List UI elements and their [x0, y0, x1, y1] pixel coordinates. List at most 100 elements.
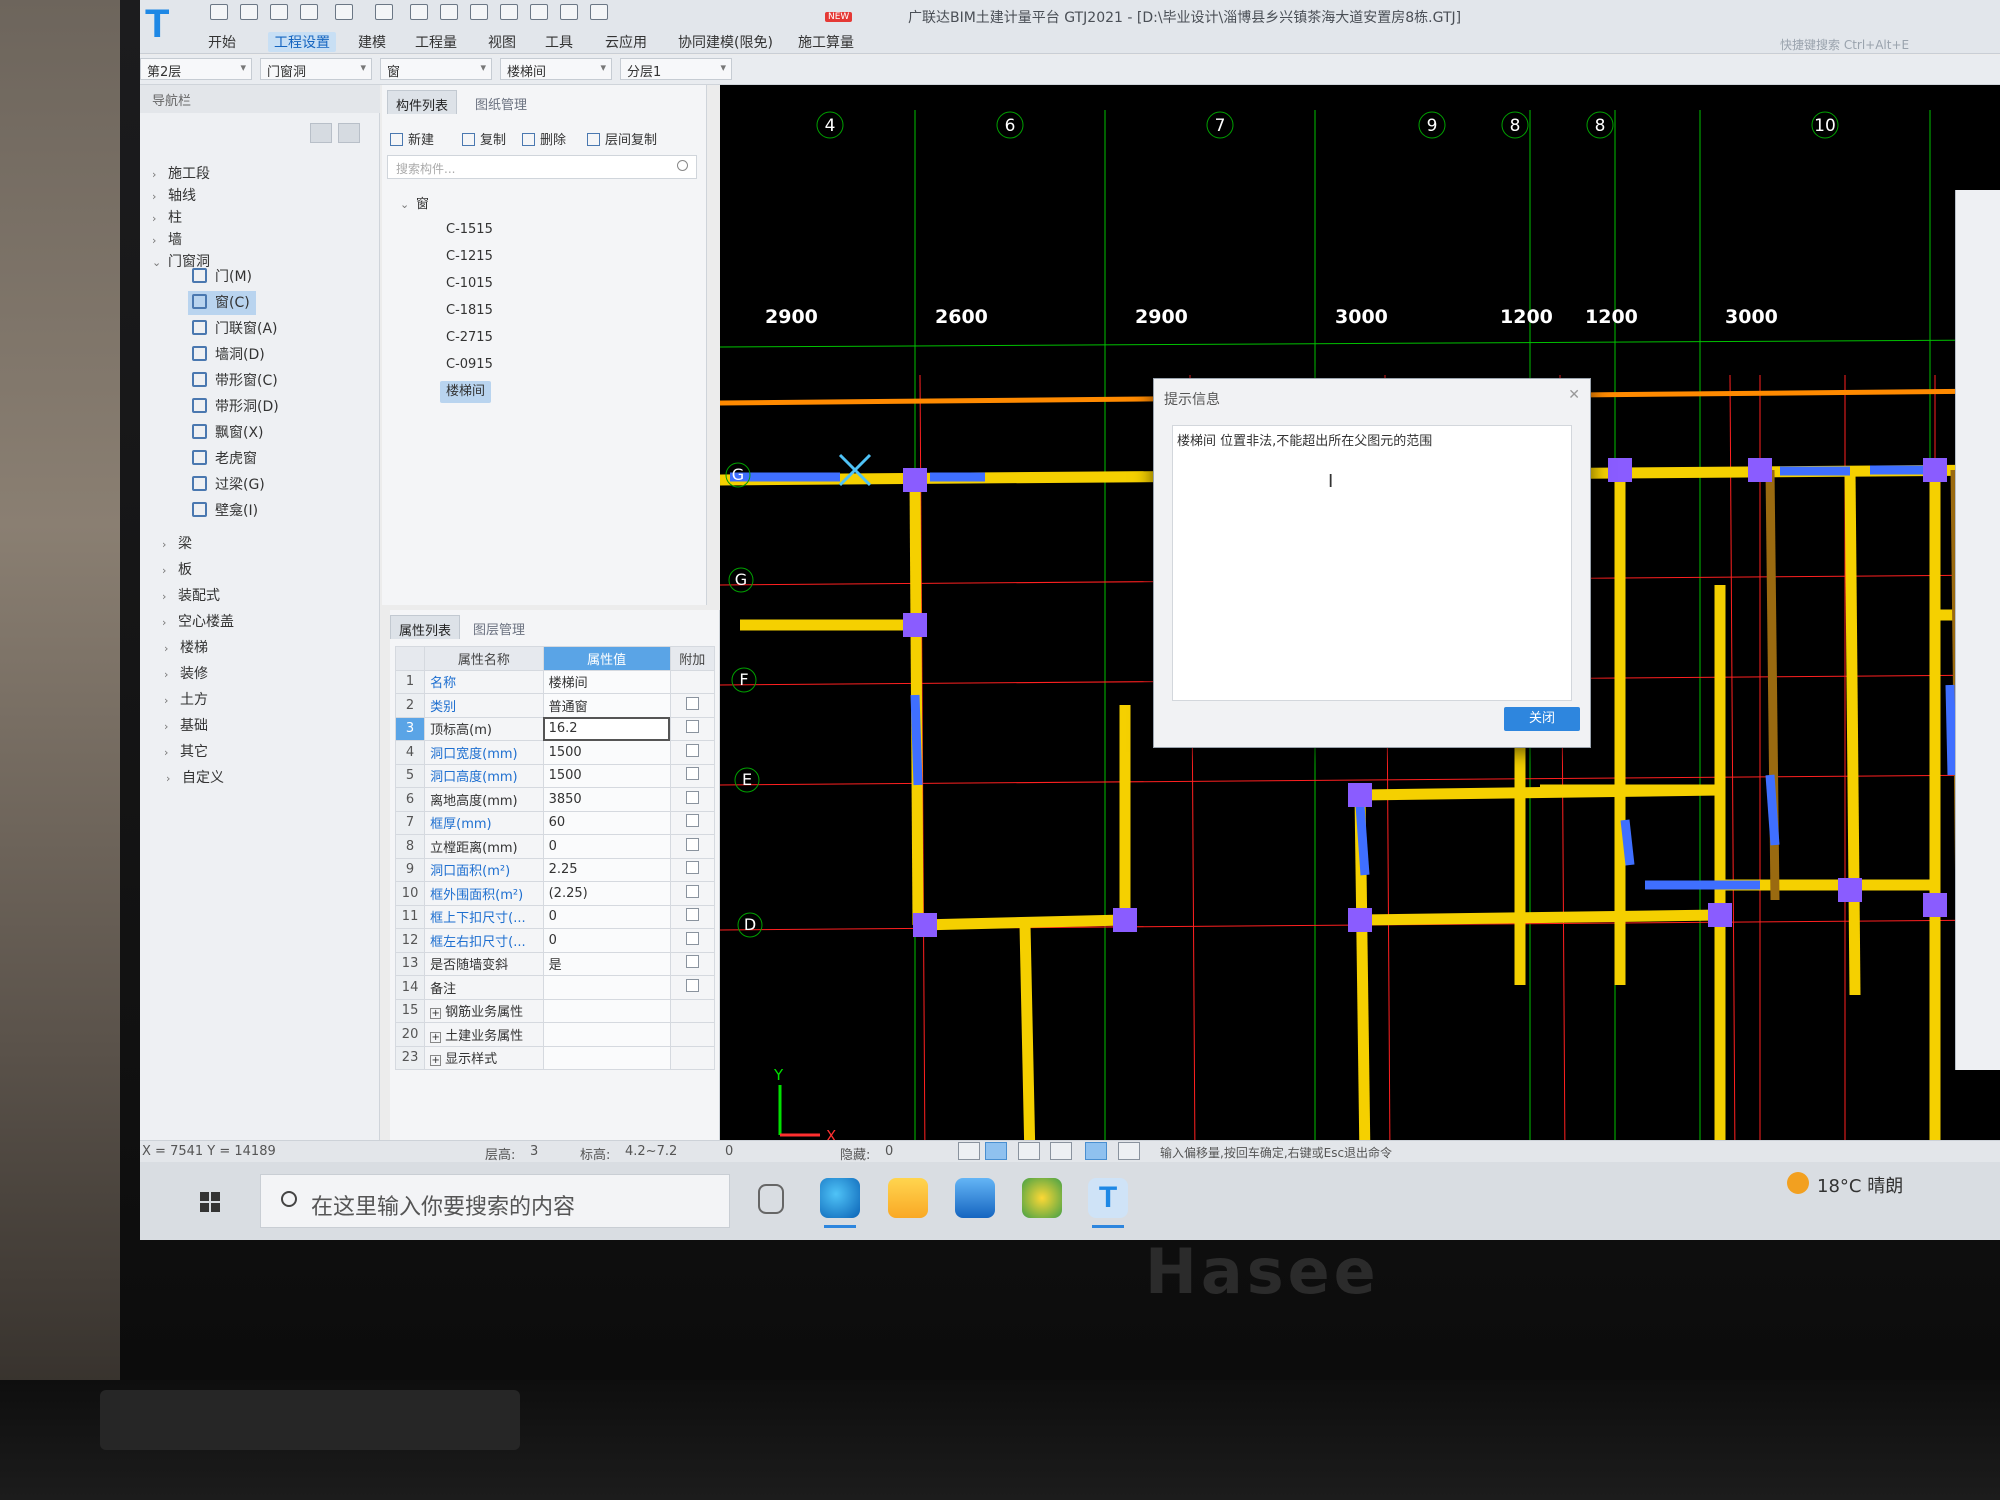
property-value[interactable]: 楼梯间 — [542, 669, 671, 694]
tree-item-earthwork[interactable]: › 土方 — [164, 689, 208, 709]
expand-icon[interactable]: + — [430, 1031, 442, 1043]
open-icon[interactable] — [240, 4, 258, 20]
component-group-window[interactable]: ⌄ 窗 — [400, 193, 429, 212]
windows-start-icon[interactable] — [200, 1192, 222, 1214]
property-row[interactable]: 7 框厚(mm) 60 — [394, 810, 716, 835]
type-select[interactable]: 窗 — [380, 58, 492, 80]
mail-icon[interactable] — [955, 1178, 995, 1218]
menu-tools[interactable]: 工具 — [545, 32, 573, 52]
property-row[interactable]: 15 + 钢筋业务属性 — [394, 998, 716, 1023]
tree-child-bay-window[interactable]: 飘窗(X) — [188, 421, 270, 445]
snap-icon[interactable] — [985, 1142, 1007, 1160]
extra-checkbox[interactable] — [669, 716, 716, 741]
tree-item-column[interactable]: › 柱 — [152, 207, 182, 227]
property-row[interactable]: 8 立樘距离(mm) 0 — [394, 834, 716, 859]
redo-icon[interactable] — [375, 4, 393, 20]
checkbox[interactable] — [685, 884, 699, 898]
property-value[interactable]: 16.2 — [542, 716, 671, 741]
checkbox[interactable] — [685, 955, 699, 969]
tree-item-hollow-floor[interactable]: › 空心楼盖 — [162, 611, 234, 631]
dynamic-input-icon[interactable] — [1085, 1142, 1107, 1160]
property-row[interactable]: 1 名称 楼梯间 — [394, 669, 716, 694]
property-row[interactable]: 3 顶标高(m) 16.2 — [394, 716, 716, 741]
checkbox[interactable] — [685, 814, 699, 828]
property-value[interactable]: 1500 — [542, 740, 671, 765]
checkbox[interactable] — [685, 696, 699, 710]
property-row[interactable]: 4 洞口宽度(mm) 1500 — [394, 740, 716, 765]
sum-icon[interactable] — [410, 4, 428, 20]
tree-child-window[interactable]: 窗(C) — [188, 291, 256, 315]
property-row[interactable]: 6 离地高度(mm) 3850 — [394, 787, 716, 812]
component-item[interactable]: C-1015 — [440, 273, 499, 295]
extra-checkbox[interactable] — [669, 740, 716, 765]
checkbox[interactable] — [685, 767, 699, 781]
cross-icon[interactable] — [1018, 1142, 1040, 1160]
tree-item-construction-section[interactable]: › 施工段 — [152, 163, 210, 183]
menu-modeling[interactable]: 建模 — [358, 32, 386, 52]
extra-checkbox[interactable] — [669, 904, 716, 929]
print-icon[interactable] — [300, 4, 318, 20]
extra-checkbox[interactable] — [669, 669, 716, 694]
tree-child-niche[interactable]: 壁龛(I) — [188, 499, 264, 523]
property-value[interactable]: 1500 — [542, 763, 671, 788]
extra-checkbox[interactable] — [669, 881, 716, 906]
component-item[interactable]: C-1215 — [440, 246, 499, 268]
menu-collab[interactable]: 协同建模(限免) — [678, 32, 773, 52]
expand-icon[interactable]: + — [430, 1055, 442, 1067]
extra-checkbox[interactable] — [669, 810, 716, 835]
extra-checkbox[interactable] — [669, 693, 716, 718]
copy-button[interactable]: 复制 — [462, 129, 506, 148]
angle-icon[interactable] — [1050, 1142, 1072, 1160]
table-icon[interactable] — [500, 4, 518, 20]
display-settings-panel[interactable] — [1955, 190, 2000, 1070]
weather-text[interactable]: 18°C 晴朗 — [1817, 1172, 1903, 1198]
tree-child-door[interactable]: 门(M) — [188, 265, 258, 289]
property-row[interactable]: 23 + 显示样式 — [394, 1045, 716, 1070]
property-row[interactable]: 2 类别 普通窗 — [394, 693, 716, 718]
tree-child-wall-opening[interactable]: 墙洞(D) — [188, 343, 271, 367]
tree-child-strip-opening[interactable]: 带形洞(D) — [188, 395, 285, 419]
tree-item-beam[interactable]: › 梁 — [162, 533, 192, 553]
extra-checkbox[interactable] — [669, 1022, 716, 1047]
export-icon[interactable] — [590, 4, 608, 20]
tree-item-prefab[interactable]: › 装配式 — [162, 585, 220, 605]
tab-property-list[interactable]: 属性列表 — [390, 615, 461, 639]
tree-item-wall[interactable]: › 墙 — [152, 229, 182, 249]
menu-project-settings[interactable]: 工程设置 — [268, 32, 336, 52]
undo-icon[interactable] — [335, 4, 353, 20]
checkbox[interactable] — [685, 861, 699, 875]
tab-component-list[interactable]: 构件列表 — [387, 90, 458, 114]
tree-item-stairs[interactable]: › 楼梯 — [164, 637, 208, 657]
component-search-input[interactable]: 搜索构件... — [387, 155, 697, 179]
checkbox[interactable] — [685, 978, 699, 992]
property-row[interactable]: 5 洞口高度(mm) 1500 — [394, 763, 716, 788]
extra-checkbox[interactable] — [669, 834, 716, 859]
ortho-icon[interactable] — [958, 1142, 980, 1160]
property-row[interactable]: 11 框上下扣尺寸(... 0 — [394, 904, 716, 929]
property-value[interactable]: (2.25) — [542, 881, 671, 906]
component-item[interactable]: C-2715 — [440, 327, 499, 349]
component-item[interactable]: C-0915 — [440, 354, 499, 376]
checkbox[interactable] — [685, 908, 699, 922]
tab-drawing-management[interactable]: 图纸管理 — [467, 90, 535, 114]
offset-icon[interactable] — [1118, 1142, 1140, 1160]
floor-copy-button[interactable]: 层间复制 — [587, 129, 657, 148]
new-button[interactable]: 新建 — [390, 129, 434, 148]
property-value[interactable]: 0 — [542, 834, 671, 859]
checkbox[interactable] — [685, 743, 699, 757]
menu-view[interactable]: 视图 — [488, 32, 516, 52]
app-logo[interactable]: T — [145, 2, 185, 46]
checkbox[interactable] — [685, 837, 699, 851]
tree-item-axis[interactable]: › 轴线 — [152, 185, 196, 205]
property-row[interactable]: 12 框左右扣尺寸(... 0 — [394, 928, 716, 953]
tree-child-strip-window[interactable]: 带形窗(C) — [188, 369, 284, 393]
tree-item-custom[interactable]: › 自定义 — [166, 767, 224, 787]
menu-construction[interactable]: 施工算量 — [798, 32, 854, 52]
property-value[interactable]: 2.25 — [542, 857, 671, 882]
file-explorer-icon[interactable] — [888, 1178, 928, 1218]
category-select[interactable]: 门窗洞 — [260, 58, 372, 80]
expand-icon[interactable]: + — [430, 1008, 442, 1020]
property-value[interactable]: 60 — [542, 810, 671, 835]
extra-checkbox[interactable] — [669, 975, 716, 1000]
extra-checkbox[interactable] — [669, 951, 716, 976]
